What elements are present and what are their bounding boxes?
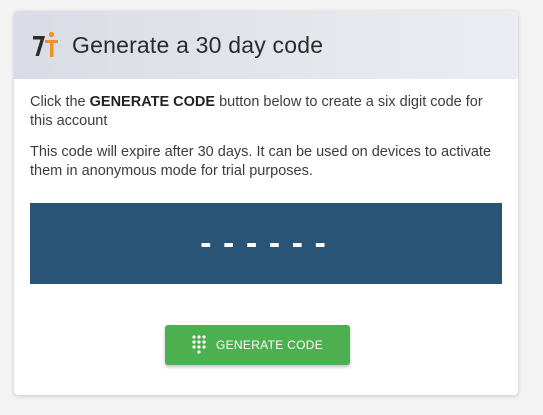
instruction-text-bold: GENERATE CODE xyxy=(89,94,216,110)
dialpad-icon xyxy=(192,335,206,354)
instruction-text: Click the GENERATE CODE button below to … xyxy=(30,93,502,131)
generate-code-button-label: GENERATE CODE xyxy=(215,338,324,352)
generate-code-card: Generate a 30 day code Click the GENERAT… xyxy=(14,11,518,395)
app-logo-icon xyxy=(33,31,58,57)
code-value: ------ xyxy=(197,227,335,260)
card-header: Generate a 30 day code xyxy=(14,11,518,79)
page-title: Generate a 30 day code xyxy=(72,31,324,58)
instruction-text-pre: Click the xyxy=(30,94,90,110)
expiry-text: This code will expire after 30 days. It … xyxy=(30,144,492,179)
generate-code-button[interactable]: GENERATE CODE xyxy=(165,325,350,365)
card-body: Click the GENERATE CODE button below to … xyxy=(14,79,518,181)
code-display: ------ xyxy=(30,203,502,284)
